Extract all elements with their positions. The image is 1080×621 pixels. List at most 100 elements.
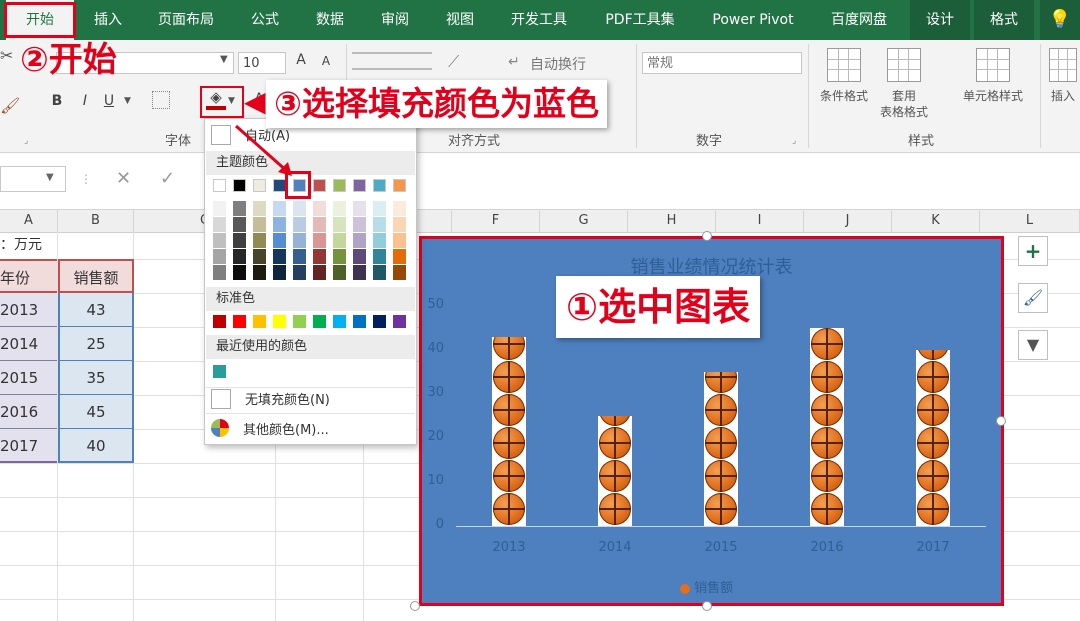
standard-color-swatch[interactable] (333, 315, 346, 328)
standard-color-swatch[interactable] (353, 315, 366, 328)
theme-shade-swatch[interactable] (333, 201, 346, 216)
theme-color-swatch[interactable] (353, 179, 366, 192)
table-row-sales[interactable]: 43 (58, 293, 134, 327)
align-top-icon[interactable] (352, 52, 432, 70)
resize-handle[interactable] (702, 601, 712, 611)
chart-styles-brush-icon[interactable]: 🖌 (1018, 283, 1048, 313)
theme-shade-swatch[interactable] (313, 233, 326, 248)
dialog-launcher-icon[interactable]: ⌟ (792, 136, 796, 146)
theme-color-swatch[interactable] (213, 179, 226, 192)
column-header-g[interactable]: G (540, 210, 628, 232)
theme-shade-swatch[interactable] (293, 217, 306, 232)
column-header-j[interactable]: J (804, 210, 892, 232)
tab-formulas[interactable]: 公式 (237, 0, 293, 40)
theme-shade-swatch[interactable] (293, 265, 306, 280)
enter-icon[interactable]: ✓ (160, 168, 175, 189)
theme-shade-swatch[interactable] (213, 217, 226, 232)
chart-filter-icon[interactable]: ▼ (1018, 330, 1048, 360)
theme-shade-swatch[interactable] (273, 249, 286, 264)
theme-shade-swatch[interactable] (253, 217, 266, 232)
theme-shade-swatch[interactable] (313, 201, 326, 216)
theme-shade-swatch[interactable] (373, 217, 386, 232)
no-fill-item[interactable]: 无填充颜色(N) (245, 389, 330, 408)
tab-data[interactable]: 数据 (302, 0, 358, 40)
theme-shade-swatch[interactable] (393, 233, 406, 248)
theme-shade-swatch[interactable] (273, 201, 286, 216)
resize-handle[interactable] (702, 231, 712, 241)
column-header-a[interactable]: A (0, 210, 58, 232)
theme-shade-swatch[interactable] (293, 201, 306, 216)
recent-color-swatch[interactable] (213, 365, 226, 378)
theme-shade-swatch[interactable] (253, 233, 266, 248)
chart-bar[interactable] (704, 372, 738, 526)
standard-color-swatch[interactable] (253, 315, 266, 328)
column-header-k[interactable]: K (892, 210, 980, 232)
theme-shade-swatch[interactable] (233, 249, 246, 264)
theme-shade-swatch[interactable] (353, 217, 366, 232)
table-row-year[interactable]: 2013 (0, 293, 57, 327)
orientation-icon[interactable]: ⟋ (448, 52, 459, 72)
standard-color-swatch[interactable] (293, 315, 306, 328)
bold-button[interactable]: B (50, 93, 64, 109)
table-row-sales[interactable]: 45 (58, 395, 134, 429)
theme-shade-swatch[interactable] (253, 265, 266, 280)
standard-color-swatch[interactable] (213, 315, 226, 328)
theme-shade-swatch[interactable] (233, 265, 246, 280)
theme-shade-swatch[interactable] (333, 217, 346, 232)
lightbulb-icon[interactable]: 💡 (1040, 0, 1080, 40)
table-row-sales[interactable]: 35 (58, 361, 134, 395)
chevron-down-icon[interactable]: ▼ (124, 96, 131, 106)
wrap-text-icon[interactable]: ↵ (508, 54, 520, 70)
chevron-down-icon[interactable]: ▼ (220, 54, 228, 65)
chart-bar[interactable] (810, 328, 844, 526)
table-row-year[interactable]: 2016 (0, 395, 57, 429)
table-header-year[interactable]: 年份 (0, 259, 57, 293)
theme-color-swatch[interactable] (373, 179, 386, 192)
theme-shade-swatch[interactable] (373, 201, 386, 216)
theme-shade-swatch[interactable] (273, 265, 286, 280)
theme-color-swatch[interactable] (233, 179, 246, 192)
tab-review[interactable]: 审阅 (367, 0, 423, 40)
theme-shade-swatch[interactable] (393, 249, 406, 264)
name-box[interactable] (0, 166, 66, 192)
theme-shade-swatch[interactable] (393, 265, 406, 280)
theme-color-swatch[interactable] (393, 179, 406, 192)
cut-icon[interactable]: ✂ (0, 46, 13, 65)
borders-icon[interactable] (152, 91, 170, 109)
theme-shade-swatch[interactable] (213, 233, 226, 248)
cancel-icon[interactable]: ✕ (116, 168, 131, 189)
font-size-combo[interactable]: 10 (238, 52, 286, 74)
theme-color-swatch[interactable] (253, 179, 266, 192)
tab-insert[interactable]: 插入 (80, 0, 136, 40)
theme-shade-swatch[interactable] (353, 233, 366, 248)
table-header-sales[interactable]: 销售额 (58, 259, 134, 293)
theme-shade-swatch[interactable] (253, 201, 266, 216)
column-header-l[interactable]: L (980, 210, 1080, 232)
shrink-font-button[interactable]: A (318, 54, 334, 68)
standard-color-swatch[interactable] (393, 315, 406, 328)
chart-bar[interactable] (598, 416, 632, 526)
format-painter-icon[interactable]: 🖌 (0, 96, 20, 115)
theme-shade-swatch[interactable] (293, 233, 306, 248)
theme-shade-swatch[interactable] (213, 201, 226, 216)
theme-shade-swatch[interactable] (373, 249, 386, 264)
grow-font-button[interactable]: A (292, 52, 310, 68)
theme-shade-swatch[interactable] (313, 217, 326, 232)
standard-color-swatch[interactable] (313, 315, 326, 328)
theme-shade-swatch[interactable] (213, 265, 226, 280)
theme-shade-swatch[interactable] (273, 233, 286, 248)
theme-shade-swatch[interactable] (393, 217, 406, 232)
chart-legend[interactable]: 销售额 (680, 577, 733, 596)
auto-color-swatch[interactable] (211, 125, 231, 145)
theme-shade-swatch[interactable] (333, 249, 346, 264)
conditional-format-button[interactable]: 条件格式 (812, 48, 876, 104)
theme-shade-swatch[interactable] (213, 249, 226, 264)
standard-color-swatch[interactable] (233, 315, 246, 328)
theme-shade-swatch[interactable] (233, 217, 246, 232)
column-header-h[interactable]: H (628, 210, 716, 232)
chart-bar[interactable] (492, 336, 526, 526)
theme-color-swatch[interactable] (313, 179, 326, 192)
chevron-down-icon[interactable]: ▼ (46, 172, 54, 183)
column-header-b[interactable]: B (58, 210, 134, 232)
dialog-launcher-icon[interactable]: ⌟ (24, 136, 28, 146)
